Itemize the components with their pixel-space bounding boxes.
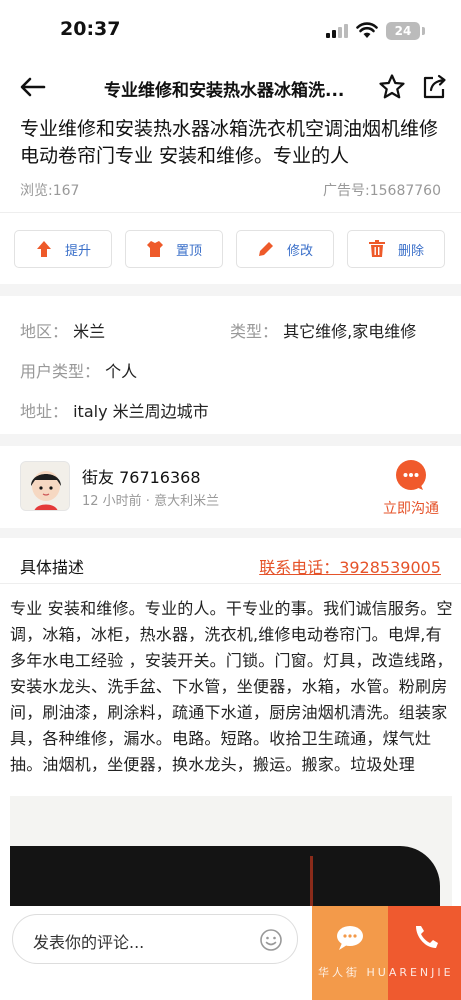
back-arrow-icon[interactable] (18, 74, 48, 100)
nav-title: 专业维修和安装热水器冰箱洗... (104, 81, 345, 101)
favorite-star-icon[interactable] (378, 73, 406, 101)
user-type-label: 用户类型： (20, 362, 101, 381)
nav-bar: 专业维修和安装热水器冰箱洗... (0, 62, 461, 112)
divider (0, 212, 461, 213)
bottom-bar: 发表你的评论... 华人街 HUARENJIE (0, 906, 461, 1000)
user-type-row: 用户类型： 个人 (20, 358, 137, 382)
wifi-icon (356, 22, 378, 38)
status-bar: 20:37 24 (0, 0, 461, 62)
delete-label: 删除 (397, 243, 424, 259)
user-type-value: 个人 (105, 362, 138, 381)
promote-label: 提升 (64, 243, 91, 259)
battery-icon: 24 (386, 22, 420, 40)
trash-icon (368, 240, 385, 257)
contact-phone-link[interactable]: 联系电话：3928539005 (259, 554, 441, 578)
pencil-icon (258, 242, 273, 256)
section-gap (0, 528, 461, 538)
post-headline: 专业维修和安装热水器冰箱洗衣机空调油烟机维修电动卷帘门专业 安装和维修。专业的人 (20, 118, 439, 167)
photo-detail (310, 856, 313, 906)
avatar-illustration (21, 462, 69, 510)
ad-number: 广告号:15687760 (323, 183, 441, 199)
comment-placeholder: 发表你的评论... (33, 933, 145, 952)
status-time: 20:37 (60, 18, 121, 40)
signal-icon (326, 24, 348, 38)
promote-button[interactable]: 提升 (14, 230, 112, 268)
phone-icon (416, 926, 438, 948)
arrow-up-icon (36, 241, 51, 257)
section-gap (0, 434, 461, 446)
address-label: 地址： (20, 402, 69, 421)
battery-level: 24 (394, 24, 412, 38)
battery-tip (422, 27, 425, 35)
description-header: 具体描述 联系电话：3928539005 (0, 546, 461, 584)
post-photo[interactable] (10, 796, 452, 906)
edit-button[interactable]: 修改 (236, 230, 334, 268)
chat-now-label: 立即沟通 (383, 501, 439, 517)
comment-input[interactable]: 发表你的评论... (12, 914, 298, 964)
avatar[interactable] (20, 461, 70, 511)
shirt-icon (146, 241, 163, 257)
pin-top-button[interactable]: 置顶 (125, 230, 223, 268)
chat-bubble-icon (396, 460, 426, 490)
poster-name[interactable]: 街友 76716368 (82, 464, 201, 488)
section-gap (0, 284, 461, 296)
watermark: 华人街 HUARENJIE (318, 966, 454, 979)
share-icon[interactable] (420, 73, 448, 101)
region-value: 米兰 (73, 322, 106, 341)
post-meta: 浏览:167 广告号:15687760 (20, 180, 441, 202)
delete-button[interactable]: 删除 (347, 230, 445, 268)
description-body: 专业 安装和维修。专业的人。干专业的事。我们诚信服务。空调，冰箱，冰柜，热水器，… (10, 599, 453, 774)
type-row: 类型： 其它维修,家电维修 (230, 318, 416, 342)
poster-subtitle: 12 小时前 · 意大利米兰 (82, 494, 220, 509)
edit-label: 修改 (286, 243, 313, 259)
view-count: 浏览:167 (20, 183, 80, 199)
description-title: 具体描述 (20, 558, 85, 577)
type-label: 类型： (230, 322, 279, 341)
chat-now-button[interactable]: 立即沟通 (376, 460, 446, 520)
region-label: 地区： (20, 322, 69, 341)
type-value: 其它维修,家电维修 (283, 322, 417, 341)
region-row: 地区： 米兰 (20, 318, 105, 342)
photo-dark-area (10, 846, 440, 906)
message-bubble-icon (337, 926, 363, 950)
address-row: 地址： italy 米兰周边城市 (20, 398, 209, 422)
address-value: italy 米兰周边城市 (73, 402, 209, 421)
poster-row: 街友 76716368 12 小时前 · 意大利米兰 立即沟通 (0, 448, 461, 528)
message-button[interactable] (312, 906, 388, 1000)
pin-top-label: 置顶 (175, 243, 202, 259)
action-row: 提升 置顶 修改 删除 (0, 230, 461, 270)
emoji-icon[interactable] (259, 928, 283, 952)
call-button[interactable] (388, 906, 461, 1000)
